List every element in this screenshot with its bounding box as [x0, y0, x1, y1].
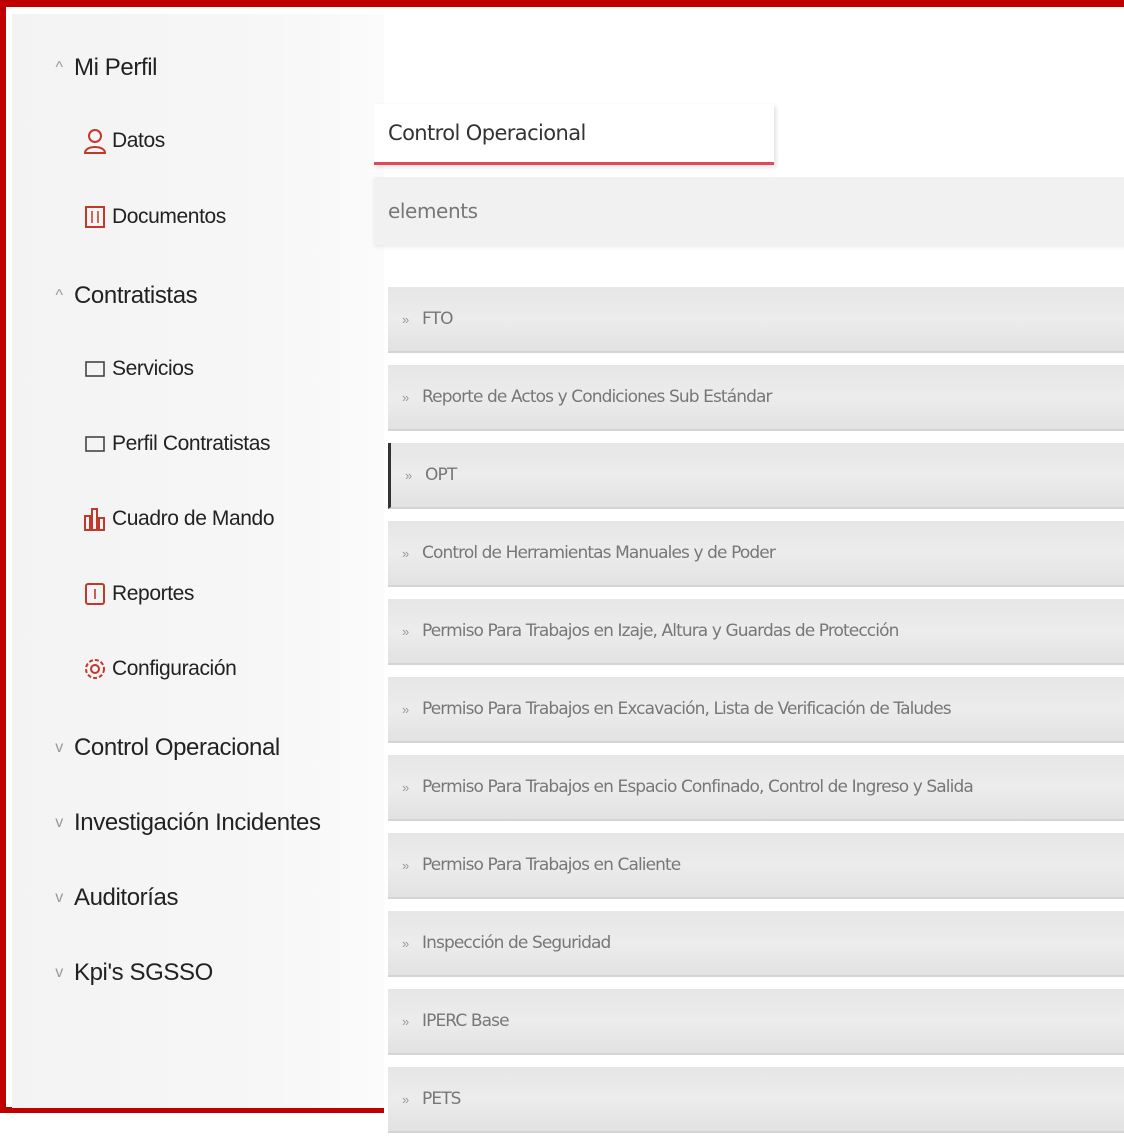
chevron-right-icon: » [402, 389, 410, 405]
accordion-label: PETS [422, 1089, 461, 1109]
tab-control-operacional[interactable]: Control Operacional [374, 104, 774, 165]
sidebar-item-datos[interactable]: Datos [82, 128, 165, 154]
sidebar-section-control-operacional[interactable]: v Control Operacional [48, 734, 280, 762]
accordion-label: Reporte de Actos y Condiciones Sub Están… [422, 387, 772, 407]
chevron-down-icon: v [55, 889, 63, 906]
chevron-right-icon: » [402, 311, 410, 327]
sidebar-item-label: Servicios [112, 357, 194, 380]
sidebar-section-label: Mi Perfil [74, 54, 158, 81]
chevron-down-icon: v [55, 739, 63, 756]
app-frame: ^ Mi Perfil Datos Documentos ^ Contratis… [0, 0, 1124, 1133]
accordion-item-control-herramientas[interactable]: » Control de Herramientas Manuales y de … [388, 521, 1124, 587]
chevron-right-icon: » [405, 467, 413, 483]
chevron-right-icon: » [402, 1013, 410, 1029]
accordion-item-iperc-base[interactable]: » IPERC Base [388, 989, 1124, 1055]
sidebar-section-label: Contratistas [74, 282, 198, 309]
chevron-up-icon: ^ [55, 59, 63, 76]
accordion-item-permiso-izaje[interactable]: » Permiso Para Trabajos en Izaje, Altura… [388, 599, 1124, 665]
tab-label: Control Operacional [388, 121, 586, 145]
sidebar-item-label: Configuración [112, 657, 237, 680]
sidebar-item-cuadro-de-mando[interactable]: Cuadro de Mando [82, 506, 275, 532]
sidebar-section-kpis[interactable]: v Kpi's SGSSO [48, 959, 213, 987]
accordion-label: Permiso Para Trabajos en Caliente [422, 855, 681, 875]
sidebar-section-label: Kpi's SGSSO [74, 959, 213, 986]
sidebar-item-label: Cuadro de Mando [112, 507, 275, 530]
accordion-label: Permiso Para Trabajos en Excavación, Lis… [422, 699, 952, 719]
sidebar-item-configuracion[interactable]: Configuración [82, 656, 237, 682]
chevron-down-icon: v [55, 964, 63, 981]
accordion-item-fto[interactable]: » FTO [388, 287, 1124, 353]
accordion-label: Permiso Para Trabajos en Espacio Confina… [422, 777, 974, 797]
chevron-up-icon: ^ [55, 287, 63, 304]
accordion-label: Inspección de Seguridad [422, 933, 611, 953]
sidebar: ^ Mi Perfil Datos Documentos ^ Contratis… [12, 14, 384, 1108]
chevron-right-icon: » [402, 779, 410, 795]
sidebar-item-label: Datos [112, 129, 165, 152]
accordion-item-permiso-caliente[interactable]: » Permiso Para Trabajos en Caliente [388, 833, 1124, 899]
sidebar-section-investigacion-incidentes[interactable]: v Investigación Incidentes [48, 809, 321, 837]
chevron-right-icon: » [402, 545, 410, 561]
chevron-right-icon: » [402, 701, 410, 717]
breadcrumb-label: elements [388, 199, 478, 223]
sidebar-item-servicios[interactable]: Servicios [82, 356, 194, 382]
accordion-label: Permiso Para Trabajos en Izaje, Altura y… [422, 621, 899, 641]
accordion-label: Control de Herramientas Manuales y de Po… [422, 543, 776, 563]
chevron-right-icon: » [402, 935, 410, 951]
sidebar-item-label: Reportes [112, 582, 195, 605]
accordion-item-permiso-excavacion[interactable]: » Permiso Para Trabajos en Excavación, L… [388, 677, 1124, 743]
chevron-right-icon: » [402, 857, 410, 873]
sidebar-section-auditorias[interactable]: v Auditorías [48, 884, 178, 912]
user-icon [82, 128, 108, 154]
bar-chart-icon [82, 506, 108, 532]
chevron-down-icon: v [55, 814, 63, 831]
accordion-item-inspeccion-seguridad[interactable]: » Inspección de Seguridad [388, 911, 1124, 977]
report-icon [82, 581, 108, 607]
accordion-item-reporte-actos[interactable]: » Reporte de Actos y Condiciones Sub Est… [388, 365, 1124, 431]
sidebar-section-label: Investigación Incidentes [74, 809, 321, 836]
accordion-label: IPERC Base [422, 1011, 510, 1031]
sidebar-section-mi-perfil[interactable]: ^ Mi Perfil [48, 54, 157, 82]
checkbox-icon [82, 356, 108, 382]
sidebar-section-label: Auditorías [74, 884, 179, 911]
accordion-item-opt[interactable]: » OPT [388, 443, 1124, 509]
sidebar-item-label: Perfil Contratistas [112, 432, 271, 455]
breadcrumb: elements [374, 177, 1124, 245]
accordion-label: FTO [422, 309, 453, 329]
sidebar-item-reportes[interactable]: Reportes [82, 581, 194, 607]
sidebar-section-contratistas[interactable]: ^ Contratistas [48, 282, 197, 310]
main-content: Control Operacional elements » FTO » Rep… [374, 14, 1124, 1133]
gear-icon [82, 656, 108, 682]
sidebar-section-label: Control Operacional [74, 734, 280, 761]
accordion-list: » FTO » Reporte de Actos y Condiciones S… [388, 287, 1124, 1145]
chevron-right-icon: » [402, 623, 410, 639]
sidebar-item-label: Documentos [112, 205, 226, 228]
accordion-label: OPT [425, 465, 457, 485]
sidebar-item-documentos[interactable]: Documentos [82, 204, 226, 230]
sidebar-item-perfil-contratistas[interactable]: Perfil Contratistas [82, 431, 271, 457]
document-icon [82, 204, 108, 230]
accordion-item-pets[interactable]: » PETS [388, 1067, 1124, 1133]
chevron-right-icon: » [402, 1091, 410, 1107]
accordion-item-permiso-espacio-confinado[interactable]: » Permiso Para Trabajos en Espacio Confi… [388, 755, 1124, 821]
checkbox-icon [82, 431, 108, 457]
